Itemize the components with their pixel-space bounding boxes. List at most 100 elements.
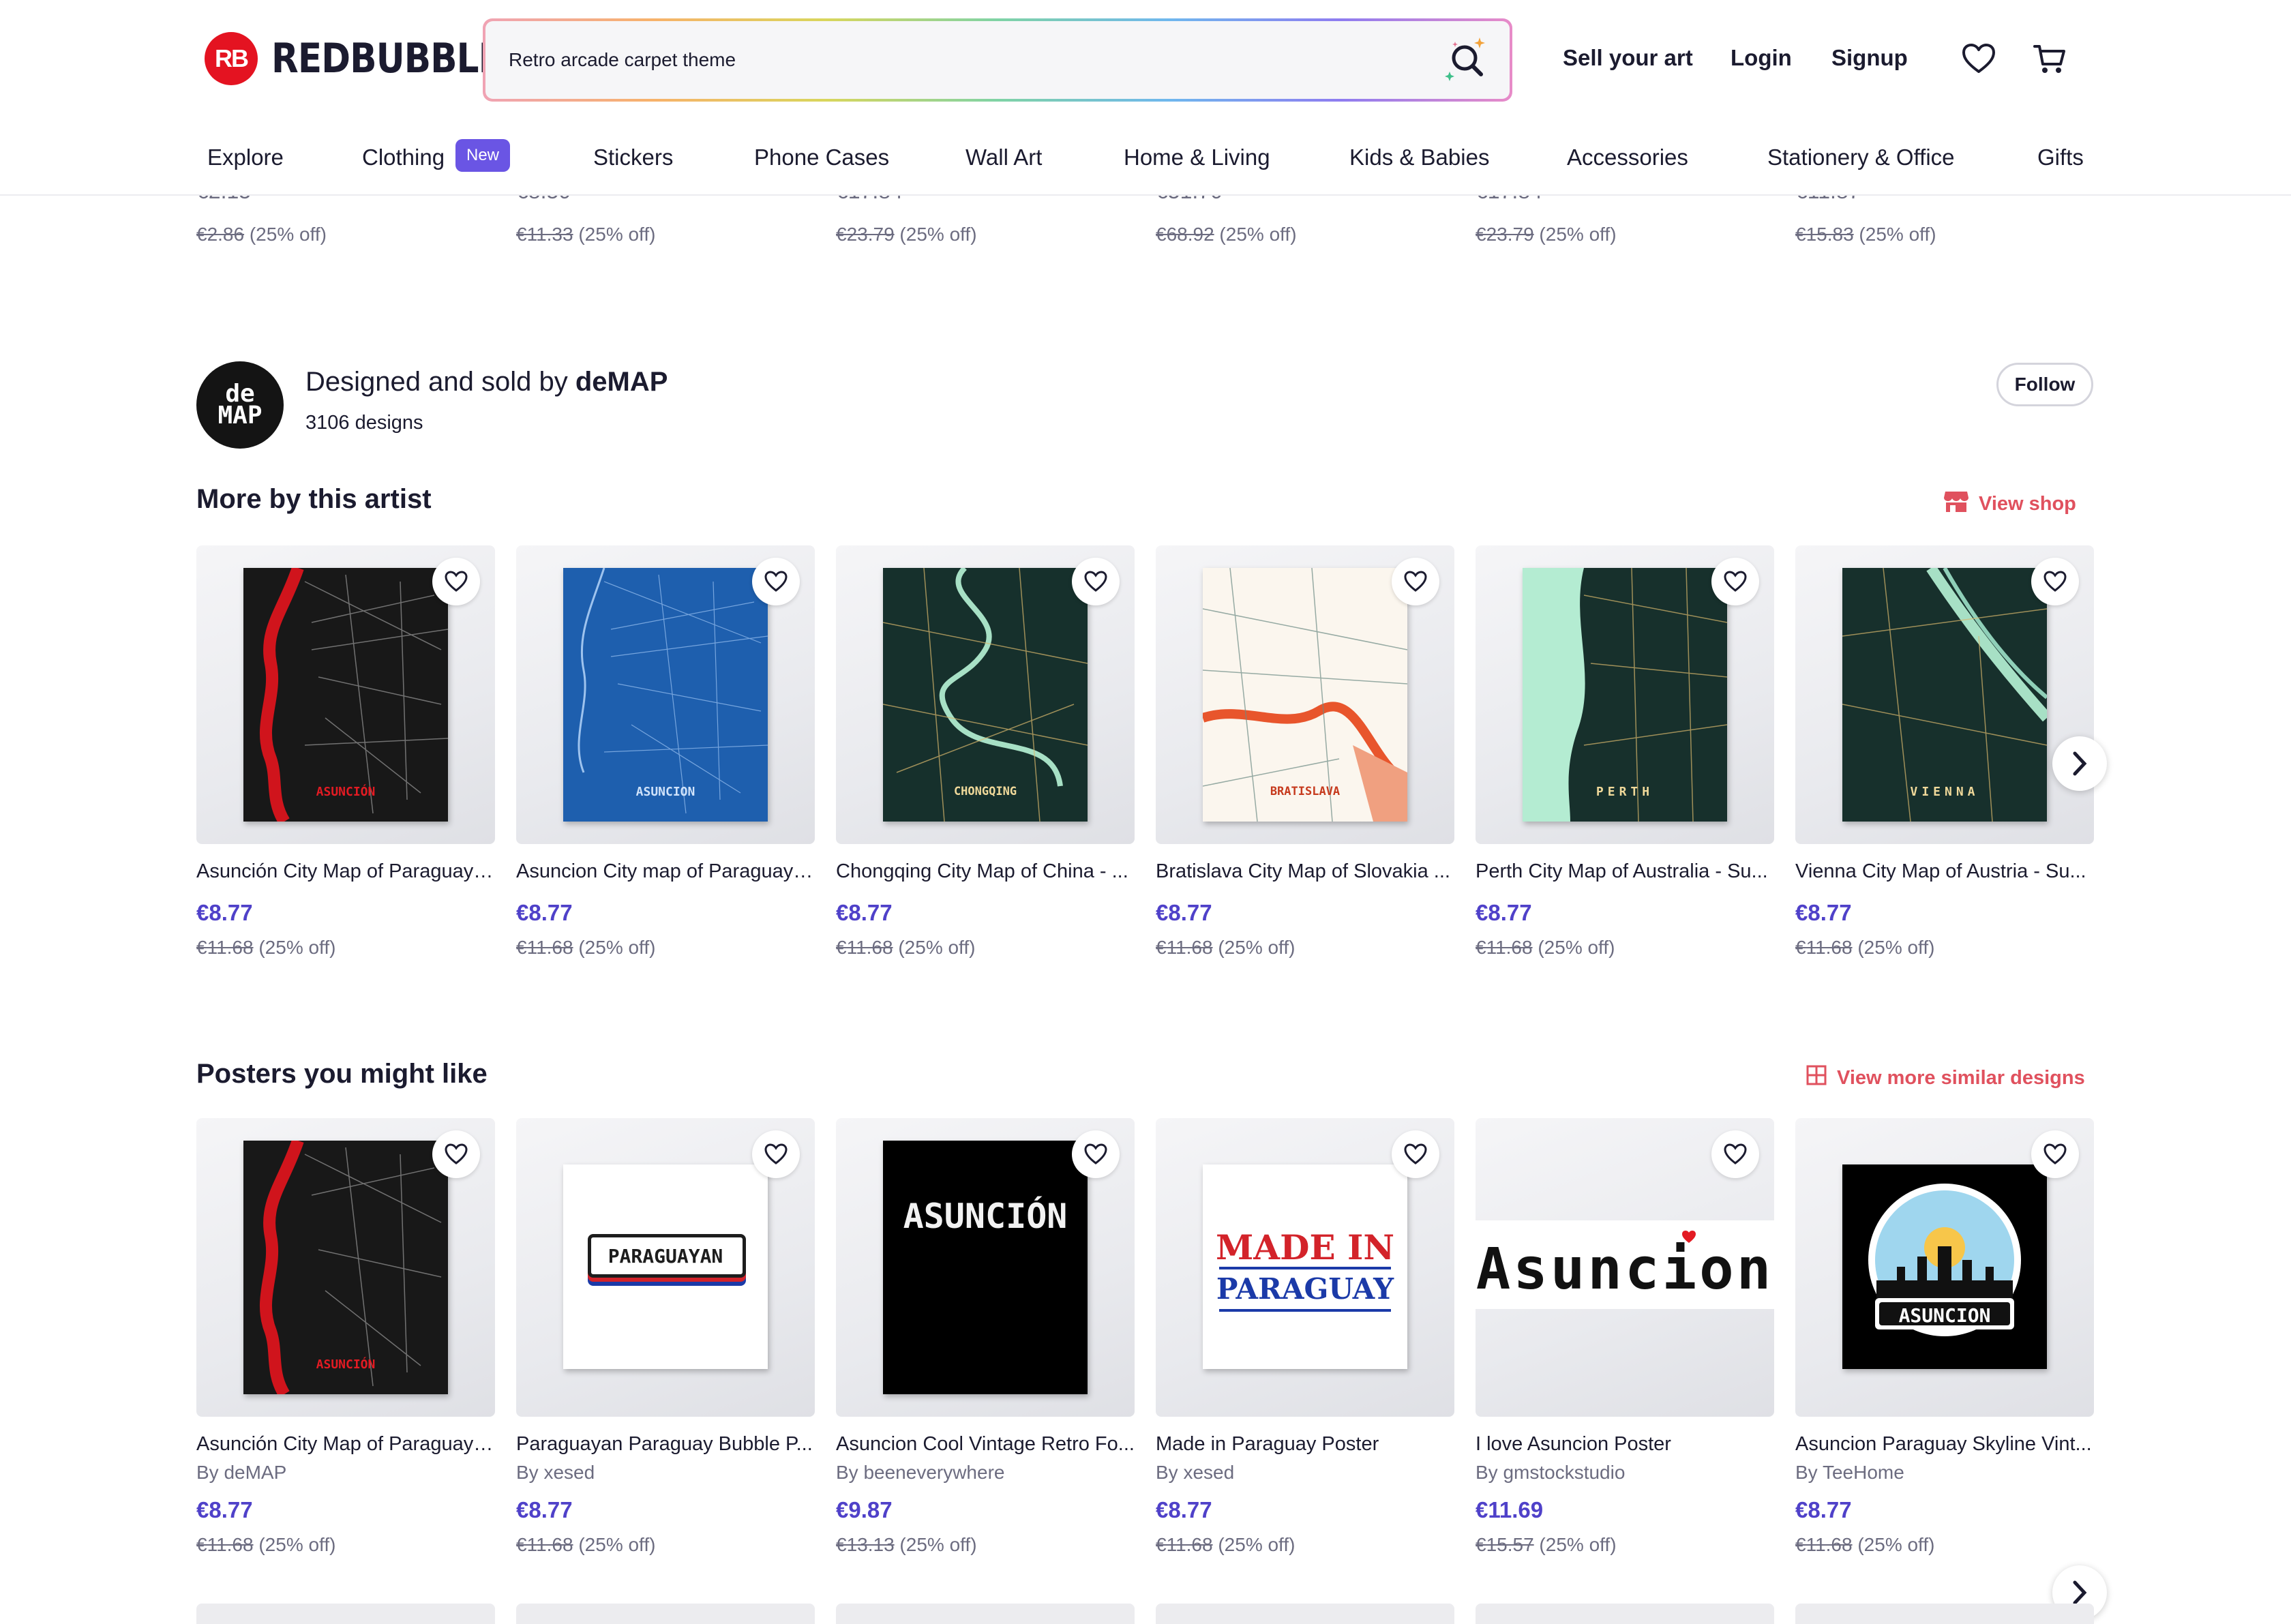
poster-text-top: MADE IN xyxy=(1215,1227,1395,1267)
product-image[interactable]: ASUNCIÓN xyxy=(836,1118,1135,1417)
favorite-heart-icon[interactable] xyxy=(1072,558,1120,605)
favorite-heart-icon[interactable] xyxy=(2031,1130,2079,1178)
nav-explore[interactable]: Explore xyxy=(207,145,284,170)
product-image[interactable]: PERTH xyxy=(1476,545,1774,844)
product-card-peek[interactable] xyxy=(836,1604,1135,1624)
product-artist[interactable]: By xesed xyxy=(516,1462,595,1484)
nav-home-living[interactable]: Home & Living xyxy=(1124,145,1270,170)
previous-row-discount: €68.92 (25% off) xyxy=(1156,224,1297,245)
shop-icon xyxy=(1943,490,1969,518)
previous-row-discount: €23.79 (25% off) xyxy=(1476,224,1617,245)
favorite-heart-icon[interactable] xyxy=(752,558,800,605)
nav-accessories[interactable]: Accessories xyxy=(1567,145,1688,170)
product-old-price: €11.68 (25% off) xyxy=(1476,937,1615,958)
favorite-heart-icon[interactable] xyxy=(1392,558,1439,605)
product-old-price: €13.13 (25% off) xyxy=(836,1534,977,1555)
redbubble-wordmark: REDBUBBLE xyxy=(271,35,503,82)
poster-city-label: ASUNCIÓN xyxy=(316,1357,376,1372)
carousel-next-button[interactable] xyxy=(2052,736,2107,791)
favorite-heart-icon[interactable] xyxy=(432,1130,480,1178)
product-title[interactable]: Asunción City Map of Paraguay ... xyxy=(196,1433,495,1456)
favorite-heart-icon[interactable] xyxy=(752,1130,800,1178)
artist-avatar[interactable]: de MAP xyxy=(196,361,284,449)
product-artist[interactable]: By deMAP xyxy=(196,1462,286,1484)
heart-icon[interactable] xyxy=(1960,40,1998,78)
product-image[interactable]: PARAGUAYAN xyxy=(516,1118,815,1417)
product-title[interactable]: Vienna City Map of Austria - Su... xyxy=(1795,860,2094,883)
product-image[interactable]: VIENNA xyxy=(1795,545,2094,844)
nav-phone-cases[interactable]: Phone Cases xyxy=(754,145,889,170)
login-link[interactable]: Login xyxy=(1731,45,1792,71)
product-artist[interactable]: By gmstockstudio xyxy=(1476,1462,1625,1484)
product-image[interactable]: ASUNCIÓN xyxy=(196,1118,495,1417)
previous-row-discount: €23.79 (25% off) xyxy=(836,224,977,245)
product-image[interactable]: BRATISLAVA xyxy=(1156,545,1454,844)
product-image[interactable]: CHONGQING xyxy=(836,545,1135,844)
product-artist[interactable]: By TeeHome xyxy=(1795,1462,1904,1484)
product-card-peek[interactable] xyxy=(1795,1604,2094,1624)
product-image[interactable]: ASUNCION xyxy=(1795,1118,2094,1417)
product-artist[interactable]: By beeneverywhere xyxy=(836,1462,1004,1484)
artist-name-link[interactable]: deMAP xyxy=(575,367,668,397)
poster-text: ASUNCIÓN xyxy=(903,1197,1068,1236)
favorite-heart-icon[interactable] xyxy=(1392,1130,1439,1178)
product-card-peek[interactable] xyxy=(516,1604,815,1624)
favorite-heart-icon[interactable] xyxy=(2031,558,2079,605)
product-price: €8.77 xyxy=(1795,900,1852,925)
product-card-peek[interactable] xyxy=(1476,1604,1774,1624)
cart-icon[interactable] xyxy=(2031,40,2069,78)
product-title[interactable]: Asuncion Cool Vintage Retro Fo... xyxy=(836,1433,1135,1456)
favorite-heart-icon[interactable] xyxy=(1711,1130,1759,1178)
section-title-more-by-artist: More by this artist xyxy=(196,484,432,514)
product-card-peek[interactable] xyxy=(1156,1604,1454,1624)
view-more-similar-link[interactable]: View more similar designs xyxy=(1806,1064,2085,1092)
poster-city-label: BRATISLAVA xyxy=(1270,785,1341,798)
sparkle-search-icon[interactable] xyxy=(1440,32,1495,87)
favorite-heart-icon[interactable] xyxy=(1072,1130,1120,1178)
nav-clothing[interactable]: Clothing xyxy=(362,145,445,170)
product-title[interactable]: Bratislava City Map of Slovakia ... xyxy=(1156,860,1454,883)
signup-link[interactable]: Signup xyxy=(1831,45,1908,71)
poster-text: ASUNCION xyxy=(1898,1304,1991,1327)
favorite-heart-icon[interactable] xyxy=(432,558,480,605)
product-old-price: €11.68 (25% off) xyxy=(1156,937,1296,958)
nav-wall-art[interactable]: Wall Art xyxy=(965,145,1042,170)
product-title[interactable]: Paraguayan Paraguay Bubble P... xyxy=(516,1433,815,1456)
chevron-right-icon xyxy=(2073,751,2087,776)
favorite-heart-icon[interactable] xyxy=(1711,558,1759,605)
nav-stationery-office[interactable]: Stationery & Office xyxy=(1767,145,1955,170)
product-price: €8.77 xyxy=(196,900,253,925)
poster-city-label: ASUNCION xyxy=(635,785,695,799)
product-title[interactable]: Chongqing City Map of China - ... xyxy=(836,860,1135,883)
design-count: 3106 designs xyxy=(305,412,423,434)
product-image[interactable]: ASUNCIÓN xyxy=(196,545,495,844)
section-title-posters-you-might-like: Posters you might like xyxy=(196,1059,488,1089)
product-title[interactable]: I love Asuncion Poster xyxy=(1476,1433,1774,1456)
follow-button[interactable]: Follow xyxy=(1996,363,2093,406)
product-title[interactable]: Perth City Map of Australia - Su... xyxy=(1476,860,1774,883)
product-title[interactable]: Asuncion City map of Paraguay ... xyxy=(516,860,815,883)
redbubble-logo-icon: RB xyxy=(205,32,258,85)
view-shop-link[interactable]: View shop xyxy=(1943,490,2076,518)
product-title[interactable]: Asuncion Paraguay Skyline Vint... xyxy=(1795,1433,2094,1456)
search-input[interactable] xyxy=(507,21,1394,99)
product-artist[interactable]: By xesed xyxy=(1156,1462,1234,1484)
product-image[interactable]: ASUNCION xyxy=(516,545,815,844)
product-price: €8.77 xyxy=(516,1497,573,1522)
nav-stickers[interactable]: Stickers xyxy=(593,145,673,170)
product-price: €9.87 xyxy=(836,1497,893,1522)
sell-your-art-link[interactable]: Sell your art xyxy=(1563,45,1693,71)
product-old-price: €11.68 (25% off) xyxy=(1795,937,1935,958)
product-title[interactable]: Asunción City Map of Paraguay ... xyxy=(196,860,495,883)
product-old-price: €11.68 (25% off) xyxy=(516,937,656,958)
nav-kids-babies[interactable]: Kids & Babies xyxy=(1349,145,1489,170)
product-title[interactable]: Made in Paraguay Poster xyxy=(1156,1433,1454,1456)
previous-row-discount: €11.33 (25% off) xyxy=(516,224,656,245)
nav-gifts[interactable]: Gifts xyxy=(2037,145,2084,170)
product-card-peek[interactable] xyxy=(196,1604,495,1624)
product-old-price: €11.68 (25% off) xyxy=(1795,1534,1935,1555)
product-image[interactable]: MADE IN PARAGUAY xyxy=(1156,1118,1454,1417)
previous-row-discount: €15.83 (25% off) xyxy=(1795,224,1936,245)
poster-city-label: VIENNA xyxy=(1910,785,1979,799)
product-image[interactable]: Asuncion xyxy=(1476,1118,1774,1417)
